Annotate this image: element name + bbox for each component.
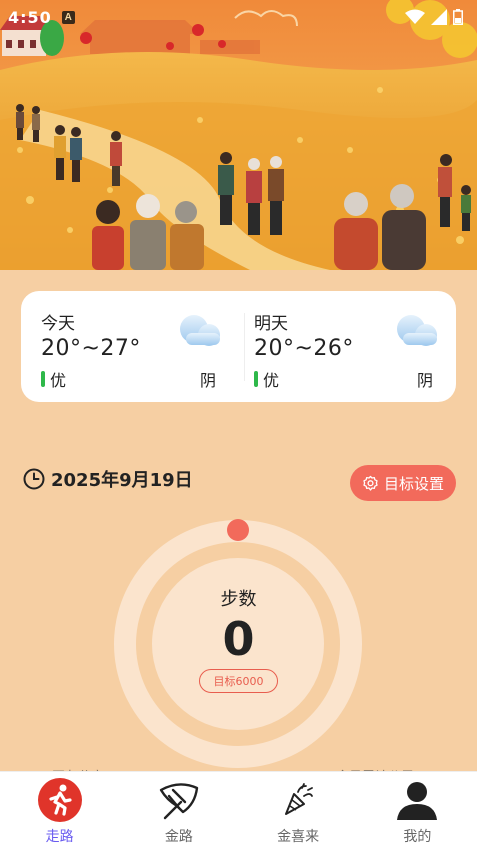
- date-row: 2025年9月19日: [23, 466, 193, 492]
- nav-item-ginkgo-road[interactable]: 金路: [119, 772, 238, 848]
- goal-settings-button[interactable]: 目标设置: [350, 465, 456, 501]
- nav-item-jin-xi-lai[interactable]: 金喜来: [239, 772, 358, 848]
- battery-icon: [453, 9, 463, 25]
- weather-card: 今天 20°~27° 优 阴 明天 20°~26° 优 阴: [21, 291, 456, 402]
- user-icon: [397, 782, 438, 820]
- progress-knob: [227, 519, 249, 541]
- target-icon: [363, 475, 378, 491]
- goal-settings-label: 目标设置: [383, 474, 444, 493]
- nav-label: 走路: [45, 829, 74, 845]
- nav-item-profile[interactable]: 我的: [358, 772, 477, 848]
- weather-condition: 阴: [199, 371, 216, 390]
- air-quality-indicator: [254, 371, 258, 387]
- status-time: 4:50: [8, 7, 52, 27]
- nav-label: 我的: [403, 829, 432, 845]
- weather-condition: 阴: [416, 371, 433, 390]
- cloud-icon: [397, 315, 437, 346]
- air-quality-indicator: [41, 371, 45, 387]
- air-quality-label: 优: [263, 371, 280, 390]
- nav-label: 金喜来: [277, 829, 320, 845]
- notification-a-icon: A: [61, 10, 75, 24]
- hero-banner: [0, 0, 477, 270]
- signal-icon: [431, 9, 447, 25]
- cloud-icon: [180, 315, 220, 346]
- autumn-walk-illustration: [0, 0, 477, 270]
- party-popper-icon: [285, 783, 314, 815]
- clock-icon: [23, 468, 45, 490]
- steps-label: 步数: [220, 589, 257, 610]
- status-bar: 4:50 A: [0, 0, 477, 34]
- bottom-nav: 走路 金路 金喜来 我的: [0, 771, 477, 848]
- weather-tomorrow: 明天 20°~26° 优 阴: [238, 291, 455, 402]
- nav-item-walk[interactable]: 走路: [0, 772, 119, 848]
- walking-icon: [37, 778, 82, 822]
- wifi-icon: [405, 9, 425, 24]
- steps-target-badge: 目标6000: [199, 669, 278, 693]
- air-quality-label: 优: [50, 371, 67, 390]
- steps-count: 0: [222, 612, 255, 666]
- weather-today: 今天 20°~27° 优 阴: [21, 291, 238, 402]
- current-date: 2025年9月19日: [51, 470, 193, 491]
- nav-label: 金路: [164, 829, 193, 845]
- ginkgo-leaf-icon: [159, 783, 199, 820]
